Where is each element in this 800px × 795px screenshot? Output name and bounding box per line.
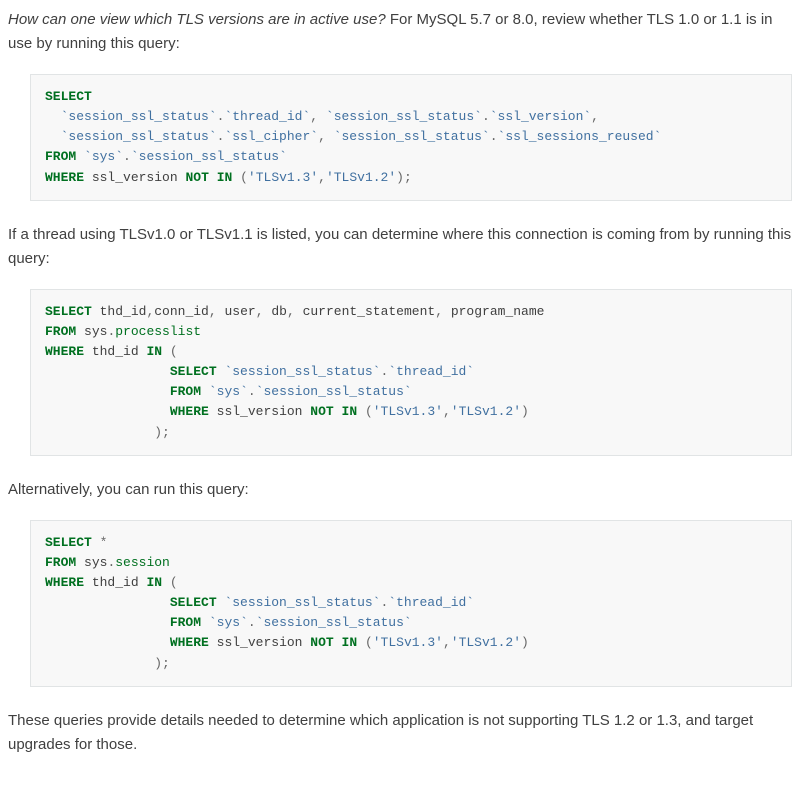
paragraph-4: These queries provide details needed to …	[8, 709, 792, 757]
paragraph-2: If a thread using TLSv1.0 or TLSv1.1 is …	[8, 223, 792, 271]
sql-query-2[interactable]: SELECT thd_id,conn_id, user, db, current…	[30, 289, 792, 456]
paragraph-3: Alternatively, you can run this query:	[8, 478, 792, 502]
intro-question: How can one view which TLS versions are …	[8, 11, 386, 28]
sql-query-3[interactable]: SELECT * FROM sys.session WHERE thd_id I…	[30, 520, 792, 687]
sql-query-1[interactable]: SELECT `session_ssl_status`.`thread_id`,…	[30, 74, 792, 201]
intro-paragraph: How can one view which TLS versions are …	[8, 8, 792, 56]
